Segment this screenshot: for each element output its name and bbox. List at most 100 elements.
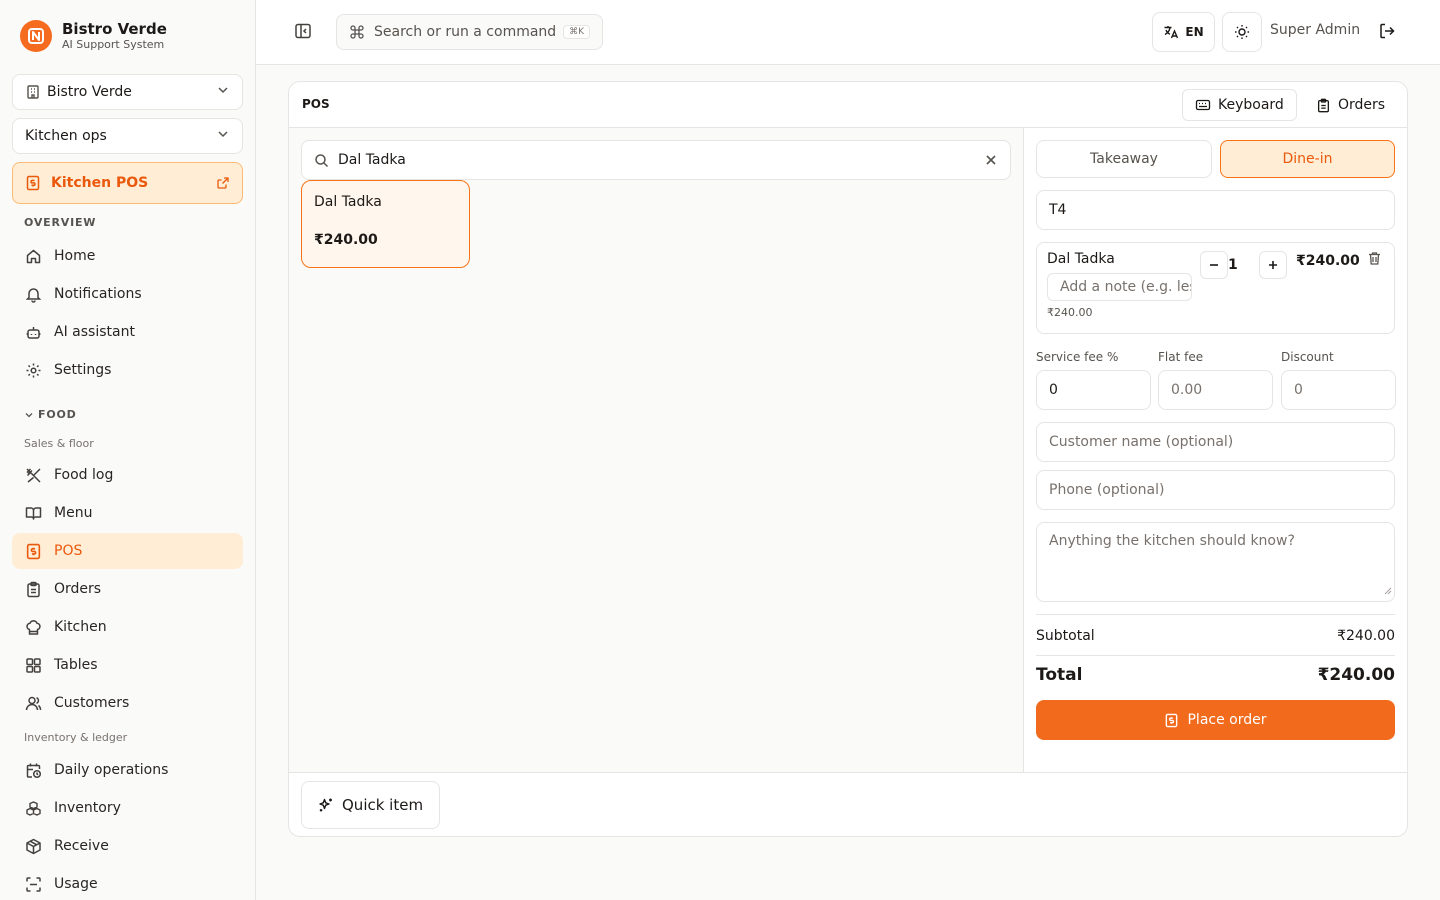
bell-icon <box>24 285 42 303</box>
chevron-down-icon <box>24 410 34 420</box>
menu-search-input[interactable]: Dal Tadka <box>301 140 1011 180</box>
clipboard-icon <box>1316 98 1331 113</box>
sidebar-item-kitchen[interactable]: Kitchen <box>12 609 243 645</box>
takeaway-toggle[interactable]: Takeaway <box>1036 140 1212 178</box>
trash-icon[interactable] <box>1367 251 1382 266</box>
sidebar-item-customers[interactable]: Customers <box>12 685 243 721</box>
location-select[interactable]: Bistro Verde <box>12 74 243 110</box>
translate-icon <box>1163 24 1179 40</box>
kitchen-note-placeholder: Anything the kitchen should know? <box>1049 533 1295 549</box>
total-label: Total <box>1036 665 1083 685</box>
workspace-select[interactable]: Kitchen ops <box>12 118 243 154</box>
discount-label: Discount <box>1281 350 1334 364</box>
dine-in-toggle[interactable]: Dine-in <box>1220 140 1395 178</box>
sidebar: Bistro Verde AI Support System Bistro Ve… <box>0 0 256 900</box>
discount-input[interactable]: 0 <box>1281 370 1396 410</box>
clear-search-icon[interactable] <box>984 153 998 167</box>
sidebar-item-tables[interactable]: Tables <box>12 647 243 683</box>
sidebar-item-food-log[interactable]: Food log <box>12 457 243 493</box>
subtotal-value: ₹240.00 <box>1337 628 1395 644</box>
sidebar-item-usage[interactable]: Usage <box>12 866 243 900</box>
users-icon <box>24 694 42 712</box>
book-icon <box>24 504 42 522</box>
service-fee-input[interactable]: 0 <box>1036 370 1151 410</box>
sidebar-item-label: AI assistant <box>54 324 135 340</box>
command-icon <box>349 24 365 40</box>
menu-item-price: ₹240.00 <box>314 232 378 248</box>
flat-fee-input[interactable]: 0.00 <box>1158 370 1273 410</box>
calendar-clock-icon <box>24 761 42 779</box>
external-link-icon <box>216 176 230 190</box>
table-input[interactable]: T4 <box>1036 190 1395 230</box>
orders-button[interactable]: Orders <box>1303 89 1399 121</box>
group-sales-floor: Sales & floor <box>24 437 94 450</box>
sidebar-item-settings[interactable]: Settings <box>12 352 243 388</box>
kitchen-note-textarea[interactable]: Anything the kitchen should know? <box>1036 522 1395 602</box>
sidebar-toggle-icon[interactable] <box>294 22 314 42</box>
divider <box>1036 614 1395 615</box>
sidebar-item-pos[interactable]: POS <box>12 533 243 569</box>
section-overview: OVERVIEW <box>24 216 97 229</box>
sidebar-item-label: Tables <box>54 657 98 673</box>
group-inventory-ledger: Inventory & ledger <box>24 731 128 744</box>
line-item-note-input[interactable]: Add a note (e.g. less spicy) <box>1047 273 1192 301</box>
sidebar-item-label: Kitchen <box>54 619 107 635</box>
order-line-item: Dal Tadka Add a note (e.g. less spicy) ₹… <box>1036 242 1395 334</box>
sidebar-item-label: Usage <box>54 876 98 892</box>
bot-icon <box>24 323 42 341</box>
sidebar-item-daily-operations[interactable]: Daily operations <box>12 752 243 788</box>
command-search-input[interactable]: Search or run a command ⌘K <box>336 14 603 50</box>
service-fee-label: Service fee % <box>1036 350 1119 364</box>
sidebar-item-inventory[interactable]: Inventory <box>12 790 243 826</box>
sidebar-item-menu[interactable]: Menu <box>12 495 243 531</box>
search-value: Dal Tadka <box>338 152 406 168</box>
plus-icon <box>1269 261 1277 269</box>
brand-logo-icon <box>20 20 52 52</box>
menu-item-card[interactable]: Dal Tadka ₹240.00 <box>301 180 470 268</box>
keyboard-icon <box>1195 97 1211 113</box>
top-bar: Search or run a command ⌘K EN Super Admi… <box>256 0 1440 65</box>
section-food: FOOD <box>38 408 77 421</box>
sidebar-item-label: Home <box>54 248 96 264</box>
sidebar-item-label: Settings <box>54 362 112 378</box>
section-food-toggle[interactable]: FOOD <box>24 408 77 421</box>
brand-subtitle: AI Support System <box>62 38 165 51</box>
boxes-icon <box>24 799 42 817</box>
phone-input[interactable]: Phone (optional) <box>1036 470 1395 510</box>
pos-footer: Quick item <box>289 772 1407 838</box>
chevron-down-icon <box>216 83 230 101</box>
brand[interactable]: Bistro Verde AI Support System <box>20 20 167 52</box>
line-item-unit-price: ₹240.00 <box>1047 306 1093 319</box>
command-placeholder: Search or run a command <box>374 24 557 40</box>
sidebar-item-orders[interactable]: Orders <box>12 571 243 607</box>
theme-toggle-button[interactable] <box>1222 12 1262 52</box>
sidebar-item-receive[interactable]: Receive <box>12 828 243 864</box>
pos-icon <box>1164 713 1179 728</box>
sidebar-item-label: Menu <box>54 505 93 521</box>
home-icon <box>24 247 42 265</box>
sidebar-item-notifications[interactable]: Notifications <box>12 276 243 312</box>
building-icon <box>25 84 41 100</box>
resize-grip-icon[interactable] <box>1384 583 1392 599</box>
kitchen-pos-link[interactable]: Kitchen POS <box>12 162 243 204</box>
keyboard-label: Keyboard <box>1218 97 1284 113</box>
sidebar-item-home[interactable]: Home <box>12 238 243 274</box>
user-name[interactable]: Super Admin <box>1270 22 1360 38</box>
brand-name: Bistro Verde <box>62 20 167 38</box>
total-value: ₹240.00 <box>1317 665 1395 685</box>
language-button[interactable]: EN <box>1152 12 1215 52</box>
total-row: Total ₹240.00 <box>1036 665 1395 685</box>
place-order-button[interactable]: Place order <box>1036 700 1395 740</box>
orders-label: Orders <box>1338 97 1386 113</box>
sidebar-item-ai-assistant[interactable]: AI assistant <box>12 314 243 350</box>
quick-item-button[interactable]: Quick item <box>301 781 441 829</box>
increase-qty-button[interactable] <box>1259 251 1287 279</box>
keyboard-button[interactable]: Keyboard <box>1182 89 1297 121</box>
customer-name-input[interactable]: Customer name (optional) <box>1036 422 1395 462</box>
pos-card: POS Keyboard Orders Dal Tadka Dal Tadka … <box>288 81 1408 837</box>
decrease-qty-button[interactable] <box>1200 251 1228 279</box>
chevron-down-icon <box>216 127 230 145</box>
sidebar-item-label: POS <box>54 543 83 559</box>
sidebar-item-label: Daily operations <box>54 762 169 778</box>
logout-icon[interactable] <box>1378 22 1398 42</box>
